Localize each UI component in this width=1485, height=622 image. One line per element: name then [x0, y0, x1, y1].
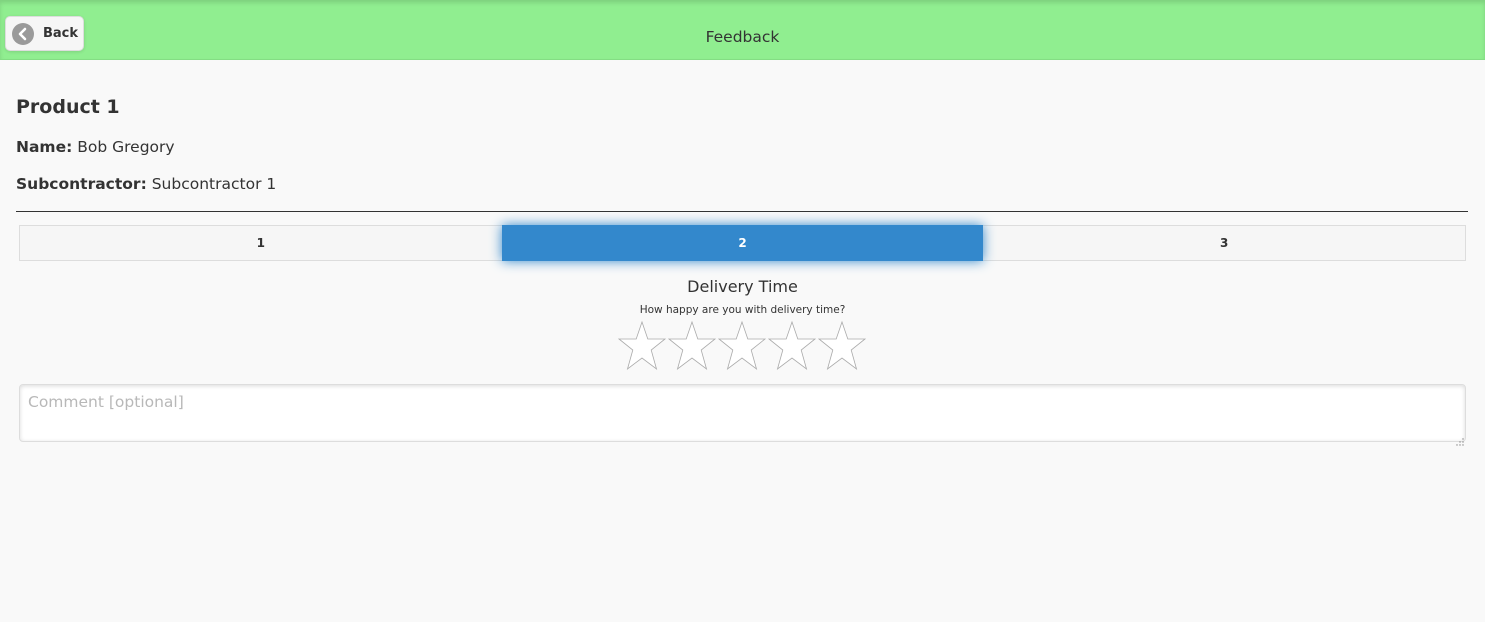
subcontractor-label: Subcontractor: [16, 175, 147, 193]
tab-2[interactable]: 2 [501, 225, 984, 261]
resize-grip-icon[interactable] [1454, 431, 1464, 446]
tab-1[interactable]: 1 [20, 226, 502, 260]
product-title: Product 1 [16, 96, 120, 118]
star-3-icon[interactable] [717, 320, 767, 372]
question-subtitle: How happy are you with delivery time? [639, 304, 846, 316]
header-bar: Back Feedback [0, 0, 1485, 60]
subcontractor-value: Subcontractor 1 [151, 175, 277, 193]
tab-3[interactable]: 3 [983, 226, 1465, 260]
step-tabs: 1 2 3 [19, 225, 1466, 261]
page-title: Feedback [705, 28, 780, 46]
name-label: Name: [16, 138, 73, 156]
star-1-icon[interactable] [617, 320, 667, 372]
star-4-icon[interactable] [767, 320, 817, 372]
divider [16, 211, 1468, 212]
star-2-icon[interactable] [667, 320, 717, 372]
name-value: Bob Gregory [77, 138, 175, 156]
question-title: Delivery Time [687, 277, 798, 296]
name-line: Name: Bob Gregory [16, 138, 175, 156]
star-5-icon[interactable] [817, 320, 867, 372]
star-rating [617, 320, 869, 372]
comment-field[interactable] [19, 384, 1466, 442]
subcontractor-line: Subcontractor: Subcontractor 1 [16, 175, 276, 193]
